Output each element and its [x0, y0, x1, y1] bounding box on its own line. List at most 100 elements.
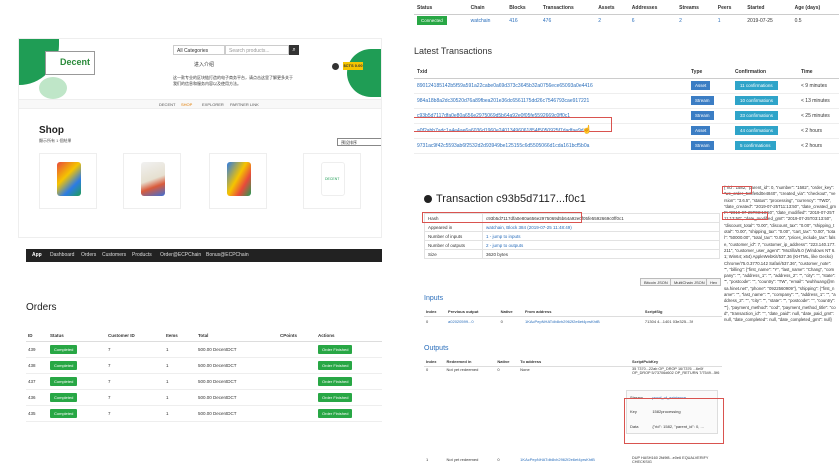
category-select[interactable]: All Categories	[173, 45, 225, 55]
inputs-col: Previous output	[446, 307, 499, 317]
search-icon[interactable]: ⌕	[289, 45, 299, 55]
inputs-col: Index	[424, 307, 447, 317]
product-card[interactable]	[123, 153, 181, 209]
inputs-title: Inputs	[424, 295, 444, 302]
bitcoin-json-button[interactable]: Bitcoin JSON	[640, 278, 672, 286]
table-row: 438 Completed 7 1 500.00 DecentDCT Order Fini…	[26, 357, 382, 374]
status-cell: 2019-07-25	[747, 18, 773, 25]
type-badge: Asset	[691, 80, 711, 90]
txid-link[interactable]: 984a18b8a2dc30520d76a89fbea201e36dc65611…	[417, 98, 685, 104]
nav-bonus-ecpchain[interactable]: Bonus@ECPChain	[206, 252, 249, 258]
txid-link[interactable]: 9731ac9f42c5593ab6f2532d2d93949be125155c…	[417, 143, 685, 149]
nav-order-ecpchain[interactable]: Order@ECPChain	[160, 252, 201, 258]
orders-title: Orders	[26, 302, 57, 313]
menu-item-shop[interactable]: SHOP	[181, 102, 192, 107]
nav-orders[interactable]: Orders	[81, 252, 96, 258]
detail-key: Size	[424, 249, 483, 259]
col-cpoints: CPoints	[278, 331, 316, 342]
status-badge: Completed	[50, 376, 78, 386]
nav-products[interactable]: Products	[132, 252, 152, 258]
col-txid: Txid	[414, 66, 688, 79]
txid-cell: 984a18b8a2dc30520d76a89fbea201e36dc65611…	[414, 93, 688, 109]
detail-row: Number of outputs 2 - jump to outputs	[424, 240, 720, 250]
detail-key: Number of inputs	[424, 231, 483, 241]
order-finished-button[interactable]: Order Finished	[318, 344, 353, 354]
outputs-cell[interactable]: 1KAcPepNHATdb8vh2962f2e6et4prsKhtB	[518, 454, 630, 465]
shop-menu: DECENT SHOP EXPLORER PARTNER LINK	[19, 99, 381, 109]
time-cell: < 2 hours	[798, 138, 839, 154]
status-col: Assets	[595, 2, 629, 15]
inputs-cell[interactable]: a02020599...0	[446, 316, 499, 327]
order-finished-button[interactable]: Order Finished	[318, 360, 353, 370]
sort-select[interactable]: 预设排序	[337, 138, 381, 146]
product-card[interactable]	[209, 153, 267, 209]
status-cell: 6	[631, 18, 635, 25]
order-id: 439	[26, 341, 48, 358]
detail-value[interactable]: 2 - jump to outputs	[482, 240, 720, 250]
order-total: 500.00 DecentDCT	[196, 405, 278, 422]
multichain-json-button[interactable]: MultiChain JSON	[670, 278, 709, 286]
nav-customers[interactable]: Customers	[102, 252, 126, 258]
inputs-col: Native	[498, 307, 523, 317]
outputs-col: Index	[424, 357, 445, 367]
confirmation-badge: 10 confirmations	[735, 95, 779, 105]
status-cell: 476	[542, 18, 552, 25]
app-navbar: App Dashboard Orders Customers Products …	[26, 249, 382, 262]
inputs-col: ScriptSig	[642, 307, 722, 317]
table-row: 9731ac9f42c5593ab6f2532d2d93949be125155c…	[414, 138, 839, 154]
col-total: Total	[196, 331, 278, 342]
type-cell: Stream	[688, 138, 732, 154]
inputs-cell[interactable]: 1KAcPepNHATdb8vh2962f2e6et4prsKhtB	[523, 316, 643, 327]
customer-id: 7	[106, 389, 164, 406]
customer-id: 7	[106, 421, 164, 422]
status-cell: Completed	[48, 421, 106, 422]
tx-title: Transaction c93b5d7117...f0c1	[436, 193, 586, 205]
txid-link[interactable]: 890124185142b5f59a591a22cabe0a69d373c364…	[417, 83, 685, 89]
cart-button[interactable]: $CTS 0.00	[343, 62, 363, 70]
status-cell: Completed	[48, 341, 106, 358]
actions-cell: Order Finished	[316, 421, 382, 422]
detail-value: 3620 bytes	[482, 249, 720, 259]
detail-value[interactable]: 1 - jump to inputs	[482, 231, 720, 241]
time-cell: < 9 minutes	[798, 78, 839, 94]
table-row: 984a18b8a2dc30520d76a89fbea201e36dc65611…	[414, 93, 839, 109]
outputs-cell: 0	[426, 366, 429, 372]
site-logo[interactable]: Decent	[45, 51, 95, 75]
intro-link[interactable]: 进入介绍	[194, 61, 214, 68]
outputs-cell: None	[520, 366, 530, 372]
product-image	[57, 162, 81, 196]
latest-transactions-table: Txid Type Confirmation Time 890124185142…	[414, 66, 839, 154]
product-card[interactable]: DECENT	[303, 153, 361, 209]
status-badge: Completed	[50, 344, 78, 354]
item-count: 1	[164, 373, 196, 390]
order-total: 500.00 DecentDCT	[196, 373, 278, 390]
connected-badge: Connected	[417, 16, 447, 26]
confirmation-cell: 44 confirmations	[732, 123, 798, 139]
status-cell: 416	[509, 18, 518, 25]
detail-row: Number of inputs 1 - jump to inputs	[424, 231, 720, 241]
confirmation-cell: 5 confirmations	[732, 138, 798, 154]
status-col: Blocks	[506, 2, 540, 15]
menu-item-decent[interactable]: DECENT	[159, 102, 175, 107]
table-row: 437 Completed 7 1 500.00 DecentDCT Order Fini…	[26, 373, 382, 390]
menu-item-partner[interactable]: PARTNER LINK	[230, 102, 259, 107]
user-icon[interactable]	[332, 63, 339, 70]
order-finished-button[interactable]: Order Finished	[318, 408, 353, 418]
search-input[interactable]: Search products...	[225, 45, 289, 55]
outputs-cell: Not yet redeemed	[446, 366, 479, 372]
nav-dashboard[interactable]: Dashboard	[50, 252, 74, 258]
app-brand[interactable]: App	[32, 252, 42, 258]
menu-item-explorer[interactable]: EXPLORER	[202, 102, 224, 107]
order-finished-button[interactable]: Order Finished	[318, 392, 353, 402]
product-card[interactable]	[39, 153, 97, 209]
cpoints	[278, 421, 316, 422]
table-row: 890124185142b5f59a591a22cabe0a69d373c364…	[414, 78, 839, 94]
orders-table: ID Status Customer ID Items Total CPoint…	[26, 331, 382, 422]
order-finished-button[interactable]: Order Finished	[318, 376, 353, 386]
detail-row: Appeared in watchain, Block 384 (2019-07-…	[424, 222, 720, 232]
status-cell: 2	[598, 18, 601, 25]
hex-button[interactable]: Hex	[706, 278, 722, 286]
type-cell: Stream	[688, 108, 732, 124]
detail-value[interactable]: watchain, Block 384 (2019-07-25 11:48:49…	[482, 222, 720, 232]
order-id: 434	[26, 421, 48, 422]
